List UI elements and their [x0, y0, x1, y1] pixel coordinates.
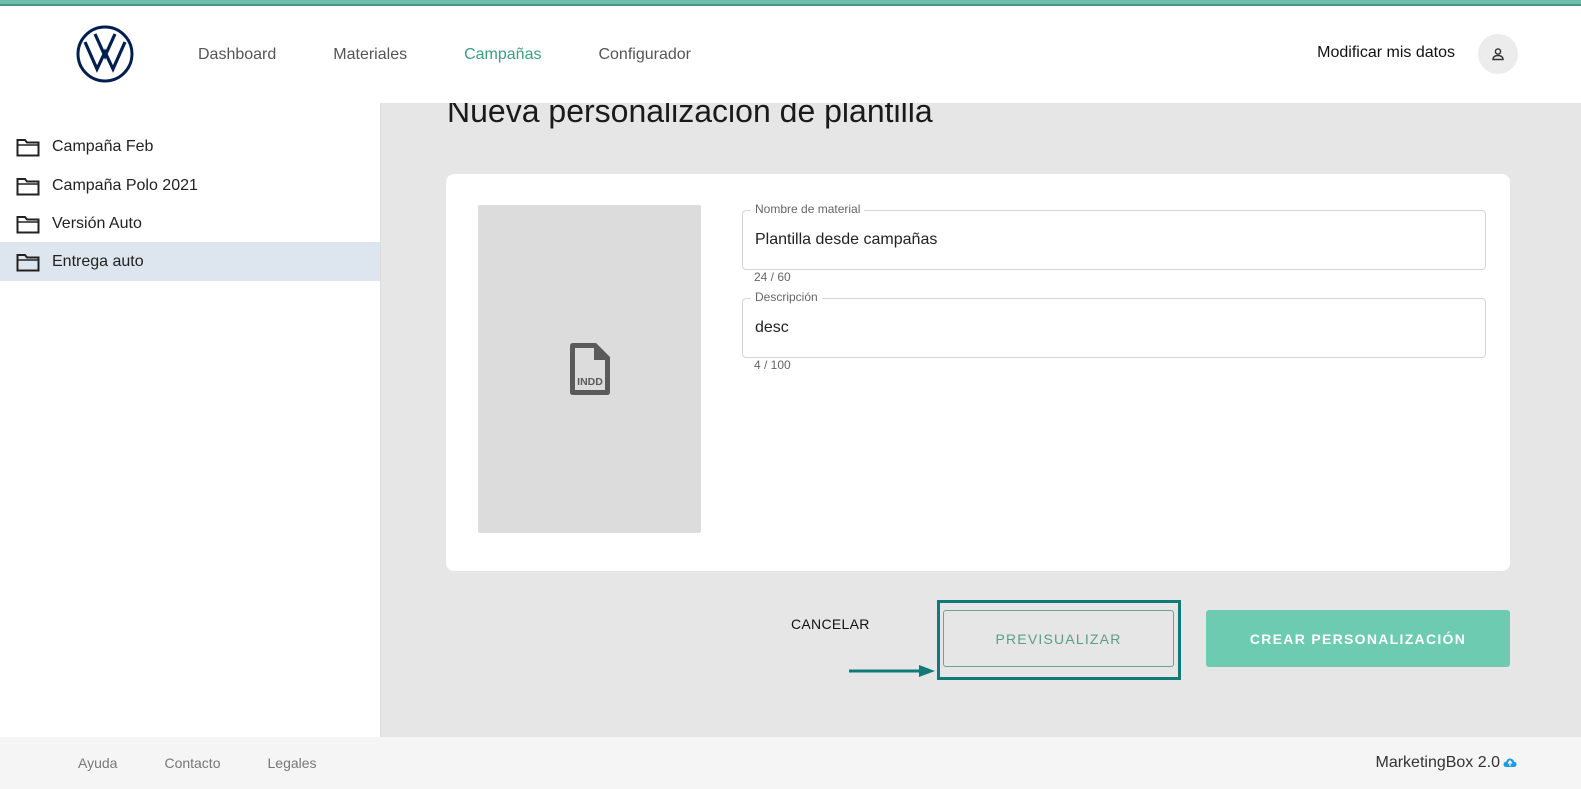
preview-button[interactable]: PREVISUALIZAR — [943, 610, 1174, 667]
user-icon — [1492, 48, 1504, 61]
description-counter: 4 / 100 — [754, 358, 791, 372]
sidebar-item-label: Entrega auto — [52, 252, 144, 270]
sidebar-item-entrega-auto[interactable]: Entrega auto — [0, 242, 380, 281]
nav-configurador[interactable]: Configurador — [598, 46, 691, 64]
folder-icon — [16, 215, 40, 233]
page-title: Nueva personalización de plantilla — [447, 103, 933, 129]
main-content: Nueva personalización de plantilla INDD … — [381, 103, 1581, 737]
vw-logo-icon[interactable] — [76, 25, 134, 83]
nav-campanas[interactable]: Campañas — [464, 46, 541, 64]
material-name-input[interactable] — [755, 211, 1455, 269]
sidebar-item-version-auto[interactable]: Versión Auto — [0, 204, 380, 243]
cancel-button[interactable]: CANCELAR — [791, 616, 870, 632]
template-form-card: INDD Nombre de material 24 / 60 Descripc… — [446, 174, 1510, 571]
folder-icon — [16, 177, 40, 195]
user-avatar-button[interactable] — [1478, 34, 1518, 74]
sidebar-item-campana-feb[interactable]: Campaña Feb — [0, 127, 380, 166]
edit-profile-link[interactable]: Modificar mis datos — [1317, 44, 1455, 62]
cloud-icon — [1503, 758, 1517, 767]
footer-links: Ayuda Contacto Legales — [78, 737, 364, 789]
sidebar-item-label: Campaña Feb — [52, 137, 154, 155]
footer-link-ayuda[interactable]: Ayuda — [78, 755, 117, 771]
main-nav: Dashboard Materiales Campañas Configurad… — [198, 6, 748, 103]
footer-brand: MarketingBox 2.0 — [1375, 737, 1517, 789]
material-name-counter: 24 / 60 — [754, 270, 791, 284]
indd-file-icon: INDD — [569, 343, 610, 395]
nav-materiales[interactable]: Materiales — [333, 46, 407, 64]
folder-icon — [16, 253, 40, 271]
campaign-sidebar: Campaña Feb Campaña Polo 2021 Versión Au… — [0, 103, 381, 737]
sidebar-item-label: Campaña Polo 2021 — [52, 176, 198, 194]
description-field[interactable]: Descripción — [742, 290, 1486, 358]
file-type-label: INDD — [577, 376, 603, 388]
template-thumbnail: INDD — [478, 205, 701, 533]
material-name-field[interactable]: Nombre de material — [742, 202, 1486, 270]
brand-label: MarketingBox 2.0 — [1375, 754, 1500, 771]
header: Dashboard Materiales Campañas Configurad… — [0, 6, 1581, 104]
footer-link-contacto[interactable]: Contacto — [164, 755, 220, 771]
footer-link-legales[interactable]: Legales — [268, 755, 317, 771]
create-customization-button[interactable]: CREAR PERSONALIZACIÓN — [1206, 610, 1510, 667]
nav-dashboard[interactable]: Dashboard — [198, 46, 276, 64]
annotation-arrow-icon — [849, 665, 935, 677]
footer: Ayuda Contacto Legales MarketingBox 2.0 — [0, 737, 1581, 789]
sidebar-item-campana-polo-2021[interactable]: Campaña Polo 2021 — [0, 166, 380, 205]
folder-icon — [16, 138, 40, 156]
sidebar-item-label: Versión Auto — [52, 214, 142, 232]
description-input[interactable] — [755, 299, 1455, 357]
